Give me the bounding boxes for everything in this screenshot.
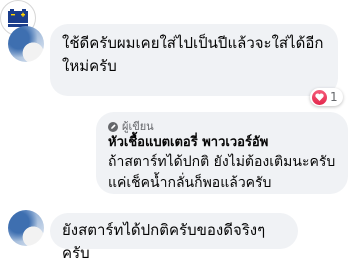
reaction-badge[interactable]: 1 [310,88,343,106]
reply-bubble: ผู้เขียน หัวเชื้อแบตเตอรี่ พาวเวอร์อัพ ถ… [96,112,348,194]
comment-text: ยังสตาร์ทได้ปกติครับของดีจริงๆครับ [62,221,266,262]
user-avatar[interactable] [8,210,44,246]
reaction-count: 1 [330,90,338,104]
author-tag: ผู้เขียน [108,120,336,133]
heart-reaction-icon [312,89,327,105]
author-badge-icon [108,121,118,132]
comment-bubble: ยังสตาร์ทได้ปกติครับของดีจริงๆครับ [50,213,298,262]
reply-text: ถ้าสตาร์ทได้ปกติ ยังไม่ต้องเติมนะครับ แค… [108,154,336,191]
author-tag-label: ผู้เขียน [122,120,154,133]
comment-bubble: ใช้ดีครับผมเคยใส่ไปเป็นปีแล้วจะใส่ได้อีก… [50,24,338,96]
comment-text: ใช้ดีครับผมเคยใส่ไปเป็นปีแล้วจะใส่ได้อีก… [62,34,324,75]
user-avatar[interactable] [8,26,44,62]
author-name[interactable]: หัวเชื้อแบตเตอรี่ พาวเวอร์อัพ [108,133,336,152]
